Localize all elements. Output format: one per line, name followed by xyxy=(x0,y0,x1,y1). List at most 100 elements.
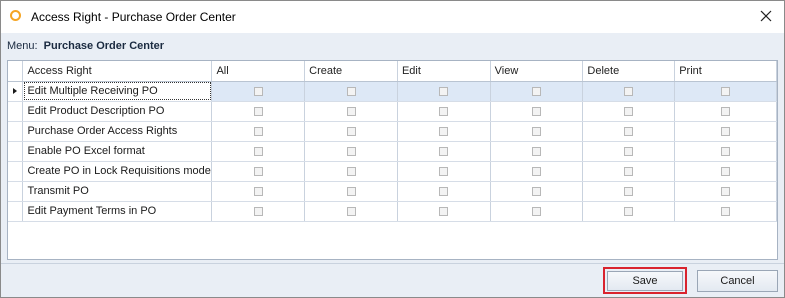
view-checkbox[interactable] xyxy=(532,186,542,196)
cell-delete xyxy=(582,161,676,182)
edit-checkbox[interactable] xyxy=(439,166,449,176)
table-row[interactable]: Edit Payment Terms in PO xyxy=(8,201,777,222)
edit-checkbox[interactable] xyxy=(439,206,449,216)
row-indicator[interactable] xyxy=(8,161,24,182)
menu-caption: Menu: Purchase Order Center xyxy=(7,40,164,52)
cell-edit xyxy=(397,81,491,102)
table-row[interactable]: Edit Multiple Receiving PO xyxy=(8,81,777,102)
delete-checkbox[interactable] xyxy=(624,166,634,176)
create-checkbox[interactable] xyxy=(346,166,356,176)
access-right-name[interactable]: Enable PO Excel format xyxy=(22,141,213,162)
table-row[interactable]: Create PO in Lock Requisitions mode xyxy=(8,161,777,182)
edit-checkbox[interactable] xyxy=(439,126,449,136)
close-button[interactable] xyxy=(754,5,778,27)
access-right-name[interactable]: Transmit PO xyxy=(22,181,213,202)
title-bar: Access Right - Purchase Order Center xyxy=(1,1,784,33)
row-indicator[interactable] xyxy=(8,101,24,122)
edit-checkbox[interactable] xyxy=(439,86,449,96)
view-checkbox[interactable] xyxy=(532,206,542,216)
column-header-access-right[interactable]: Access Right xyxy=(22,61,213,82)
row-indicator[interactable] xyxy=(8,121,24,142)
print-checkbox[interactable] xyxy=(721,86,731,96)
cell-print xyxy=(674,141,777,162)
delete-checkbox[interactable] xyxy=(624,86,634,96)
access-right-name[interactable]: Create PO in Lock Requisitions mode xyxy=(22,161,213,182)
table-row[interactable]: Enable PO Excel format xyxy=(8,141,777,162)
table-row[interactable]: Transmit PO xyxy=(8,181,777,202)
cell-print xyxy=(674,101,777,122)
all-checkbox[interactable] xyxy=(253,166,263,176)
all-checkbox[interactable] xyxy=(253,106,263,116)
cancel-button[interactable]: Cancel xyxy=(697,270,778,292)
cell-all xyxy=(211,161,306,182)
row-indicator-header xyxy=(8,61,24,82)
column-header-view[interactable]: View xyxy=(490,61,584,82)
column-header-delete[interactable]: Delete xyxy=(582,61,676,82)
cell-create xyxy=(304,101,398,122)
access-right-name[interactable]: Edit Product Description PO xyxy=(22,101,213,122)
delete-checkbox[interactable] xyxy=(624,186,634,196)
create-checkbox[interactable] xyxy=(346,86,356,96)
row-indicator-arrow-icon xyxy=(13,88,18,94)
view-checkbox[interactable] xyxy=(532,86,542,96)
delete-checkbox[interactable] xyxy=(624,106,634,116)
cell-delete xyxy=(582,201,676,222)
all-checkbox[interactable] xyxy=(253,86,263,96)
save-button[interactable]: Save xyxy=(607,271,683,291)
table-row[interactable]: Purchase Order Access Rights xyxy=(8,121,777,142)
cell-print xyxy=(674,201,777,222)
delete-checkbox[interactable] xyxy=(624,206,634,216)
create-checkbox[interactable] xyxy=(346,146,356,156)
dialog-body: Menu: Purchase Order Center Access Right… xyxy=(1,33,784,297)
edit-checkbox[interactable] xyxy=(439,106,449,116)
cell-all xyxy=(211,181,306,202)
row-indicator[interactable] xyxy=(8,81,24,102)
cell-delete xyxy=(582,81,676,102)
cell-print xyxy=(674,181,777,202)
column-header-create[interactable]: Create xyxy=(304,61,398,82)
print-checkbox[interactable] xyxy=(721,146,731,156)
app-circle-icon xyxy=(10,10,21,21)
row-indicator[interactable] xyxy=(8,181,24,202)
view-checkbox[interactable] xyxy=(532,166,542,176)
cell-delete xyxy=(582,141,676,162)
access-right-name[interactable]: Edit Multiple Receiving PO xyxy=(22,81,213,102)
view-checkbox[interactable] xyxy=(532,146,542,156)
all-checkbox[interactable] xyxy=(253,126,263,136)
all-checkbox[interactable] xyxy=(253,186,263,196)
print-checkbox[interactable] xyxy=(721,166,731,176)
column-header-print[interactable]: Print xyxy=(674,61,777,82)
access-right-name[interactable]: Purchase Order Access Rights xyxy=(22,121,213,142)
row-indicator[interactable] xyxy=(8,141,24,162)
edit-checkbox[interactable] xyxy=(439,186,449,196)
create-checkbox[interactable] xyxy=(346,206,356,216)
view-checkbox[interactable] xyxy=(532,106,542,116)
cell-edit xyxy=(397,201,491,222)
create-checkbox[interactable] xyxy=(346,186,356,196)
create-checkbox[interactable] xyxy=(346,106,356,116)
cell-all xyxy=(211,201,306,222)
access-right-name[interactable]: Edit Payment Terms in PO xyxy=(22,201,213,222)
cell-edit xyxy=(397,101,491,122)
menu-label: Menu: xyxy=(7,40,38,52)
print-checkbox[interactable] xyxy=(721,186,731,196)
delete-checkbox[interactable] xyxy=(624,146,634,156)
all-checkbox[interactable] xyxy=(253,206,263,216)
column-header-all[interactable]: All xyxy=(211,61,306,82)
print-checkbox[interactable] xyxy=(721,126,731,136)
footer-divider xyxy=(1,263,784,264)
cell-view xyxy=(490,201,584,222)
delete-checkbox[interactable] xyxy=(624,126,634,136)
print-checkbox[interactable] xyxy=(721,206,731,216)
column-header-edit[interactable]: Edit xyxy=(397,61,491,82)
create-checkbox[interactable] xyxy=(346,126,356,136)
print-checkbox[interactable] xyxy=(721,106,731,116)
table-row[interactable]: Edit Product Description PO xyxy=(8,101,777,122)
cell-all xyxy=(211,101,306,122)
all-checkbox[interactable] xyxy=(253,146,263,156)
cell-create xyxy=(304,181,398,202)
row-indicator[interactable] xyxy=(8,201,24,222)
view-checkbox[interactable] xyxy=(532,126,542,136)
cell-edit xyxy=(397,141,491,162)
edit-checkbox[interactable] xyxy=(439,146,449,156)
